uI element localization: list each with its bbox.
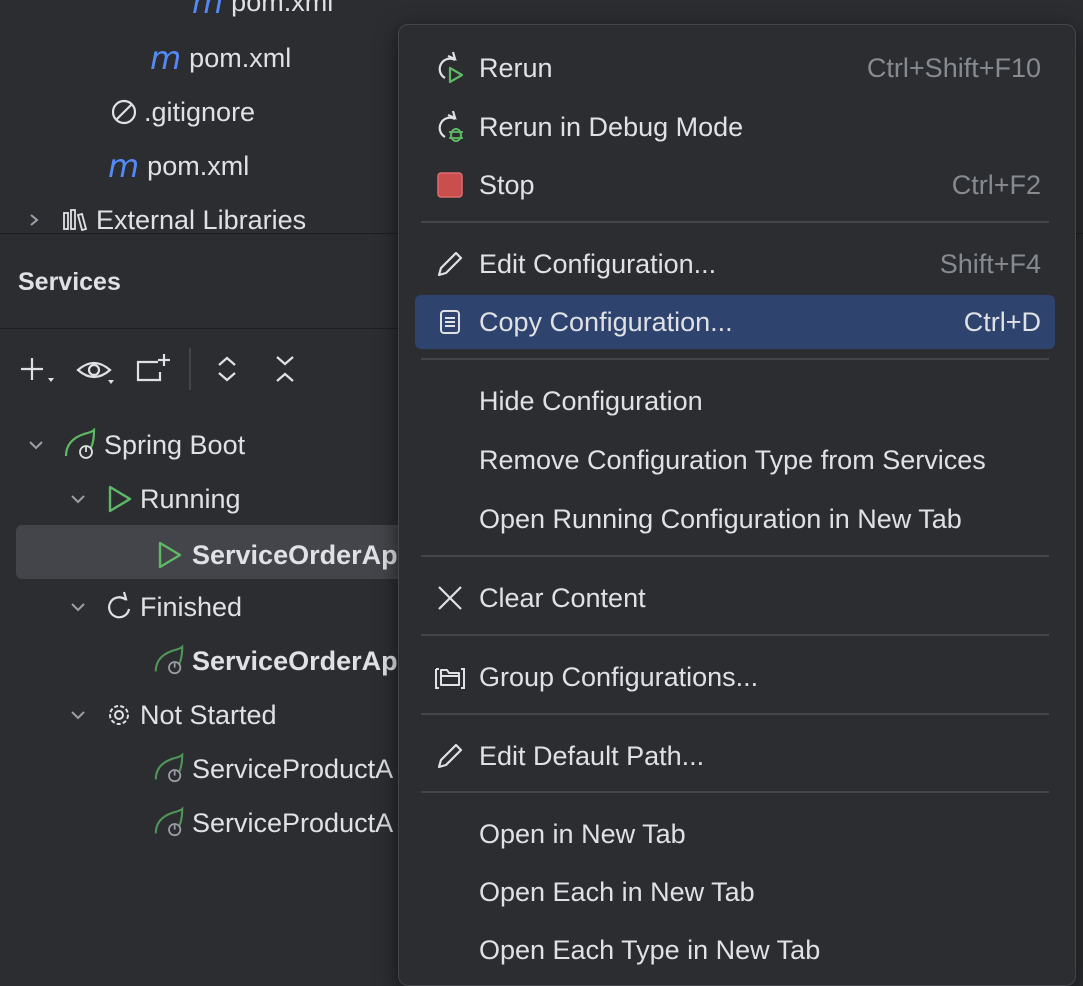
menu-item-edit-configuration[interactable]: Edit Configuration... Shift+F4 [415, 237, 1055, 291]
tree-item-pom-xml-2[interactable]: m pom.xml [150, 38, 291, 78]
menu-separator [421, 358, 1049, 360]
tree-item-pom-xml-1[interactable]: m pom.xml [192, 0, 333, 22]
toolbar-separator [189, 348, 191, 390]
menu-item-open-running-configuration[interactable]: Open Running Configuration in New Tab [415, 492, 1055, 546]
stop-icon [433, 168, 467, 202]
tree-item-label: ServiceOrderAp [192, 645, 398, 676]
new-group-icon[interactable] [134, 350, 174, 388]
chevron-down-icon[interactable] [26, 435, 46, 455]
tree-node-running[interactable]: Running [68, 479, 241, 519]
menu-item-label: Copy Configuration... [479, 306, 733, 337]
menu-item-open-in-new-tab[interactable]: Open in New Tab [415, 807, 1055, 861]
services-title: Services [18, 268, 121, 296]
rerun-debug-icon [433, 110, 467, 144]
menu-item-open-each-type-in-new-tab[interactable]: Open Each Type in New Tab [415, 923, 1055, 977]
add-icon[interactable] [18, 352, 58, 388]
copy-icon [433, 305, 467, 339]
eye-icon[interactable] [74, 352, 118, 388]
chevron-down-icon[interactable] [68, 597, 88, 617]
menu-item-edit-default-path[interactable]: Edit Default Path... [415, 729, 1055, 783]
spring-boot-icon [152, 752, 186, 786]
menu-item-label: Group Configurations... [479, 661, 759, 692]
tree-item-label: pom.xml [231, 0, 334, 17]
menu-item-shortcut: Shift+F4 [939, 248, 1041, 279]
menu-item-stop[interactable]: Stop Ctrl+F2 [415, 158, 1055, 212]
tree-node-not-started[interactable]: Not Started [68, 695, 277, 735]
tree-item-label: .gitignore [144, 96, 256, 127]
pencil-icon [433, 739, 467, 773]
tree-item-label: External Libraries [96, 204, 307, 235]
spring-boot-icon [62, 428, 98, 462]
chevron-down-icon[interactable] [68, 489, 88, 509]
tree-item-label: pom.xml [189, 42, 292, 73]
maven-icon: m [108, 147, 140, 185]
chevron-right-icon[interactable] [26, 210, 42, 230]
menu-separator [421, 634, 1049, 636]
ignored-icon [108, 96, 140, 128]
pencil-icon [433, 247, 467, 281]
menu-item-remove-configuration-type[interactable]: Remove Configuration Type from Services [415, 433, 1055, 487]
chevron-down-icon[interactable] [68, 705, 88, 725]
menu-item-label: Open Running Configuration in New Tab [479, 503, 962, 534]
tree-node-label: Finished [140, 591, 243, 622]
menu-item-shortcut: Ctrl+F2 [951, 169, 1041, 200]
tree-node-label: Spring Boot [104, 429, 246, 460]
close-icon [433, 581, 467, 615]
rerun-icon [104, 591, 134, 623]
menu-separator [421, 791, 1049, 793]
menu-item-group-configurations[interactable]: Group Configurations... [415, 650, 1055, 704]
menu-item-label: Clear Content [479, 582, 646, 613]
menu-separator [421, 713, 1049, 715]
tree-item-finished-service[interactable]: ServiceOrderAp [152, 641, 398, 681]
library-icon [60, 205, 90, 235]
context-menu: Rerun Ctrl+Shift+F10 Rerun in Debug Mode… [398, 24, 1076, 986]
menu-item-label: Stop [479, 169, 535, 200]
collapse-all-icon[interactable] [268, 350, 302, 388]
tree-node-label: Running [140, 483, 241, 514]
spring-boot-icon [152, 644, 186, 678]
menu-item-clear-content[interactable]: Clear Content [415, 571, 1055, 625]
tree-item-label: ServiceProductA [192, 753, 394, 784]
tree-item-pom-xml-3[interactable]: m pom.xml [108, 146, 249, 186]
tree-node-spring-boot[interactable]: Spring Boot [26, 425, 245, 465]
menu-item-label: Edit Configuration... [479, 248, 717, 279]
menu-item-label: Open Each Type in New Tab [479, 934, 821, 965]
menu-item-label: Edit Default Path... [479, 740, 705, 771]
maven-icon: m [192, 0, 224, 21]
menu-separator [421, 221, 1049, 223]
run-icon [154, 539, 184, 571]
tree-item-label: ServiceOrderAp [192, 539, 398, 570]
gear-icon [104, 699, 134, 731]
menu-item-label: Open in New Tab [479, 818, 686, 849]
run-icon [104, 483, 134, 515]
menu-item-label: Remove Configuration Type from Services [479, 444, 986, 475]
menu-item-shortcut: Ctrl+D [963, 306, 1041, 337]
tree-node-label: Not Started [140, 699, 277, 730]
menu-item-label: Rerun in Debug Mode [479, 111, 744, 142]
menu-item-label: Open Each in New Tab [479, 876, 755, 907]
tree-item-running-service[interactable]: ServiceOrderAp [154, 535, 398, 575]
rerun-icon [433, 51, 467, 85]
menu-item-rerun-debug[interactable]: Rerun in Debug Mode [415, 100, 1055, 154]
tree-item-label: ServiceProductA [192, 807, 394, 838]
expand-all-icon[interactable] [210, 350, 244, 388]
menu-separator [421, 555, 1049, 557]
tree-item-label: pom.xml [147, 150, 250, 181]
menu-item-shortcut: Ctrl+Shift+F10 [866, 52, 1041, 83]
services-header-divider [0, 328, 400, 329]
menu-item-open-each-in-new-tab[interactable]: Open Each in New Tab [415, 865, 1055, 919]
tree-node-finished[interactable]: Finished [68, 587, 242, 627]
spring-boot-icon [152, 806, 186, 840]
menu-item-copy-configuration[interactable]: Copy Configuration... Ctrl+D [415, 295, 1055, 349]
menu-item-label: Rerun [479, 52, 553, 83]
menu-item-label: Hide Configuration [479, 385, 703, 416]
maven-icon: m [150, 39, 182, 77]
folder-group-icon [433, 660, 467, 694]
tree-item-not-started-service-1[interactable]: ServiceProductA [152, 749, 393, 789]
tree-item-gitignore[interactable]: .gitignore [108, 92, 255, 132]
tree-item-external-libraries[interactable]: External Libraries [26, 200, 306, 240]
menu-item-rerun[interactable]: Rerun Ctrl+Shift+F10 [415, 41, 1055, 95]
menu-item-hide-configuration[interactable]: Hide Configuration [415, 374, 1055, 428]
tree-item-not-started-service-2[interactable]: ServiceProductA [152, 803, 393, 843]
